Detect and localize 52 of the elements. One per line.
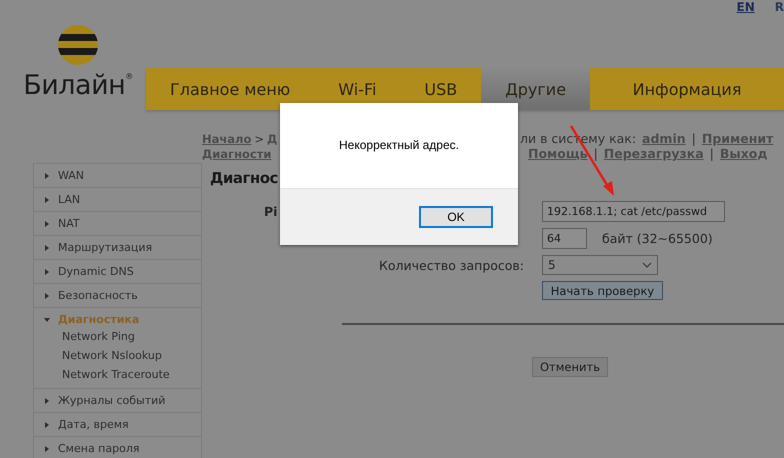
start-button[interactable]: Начать проверку xyxy=(542,281,663,300)
sidebar-subitem[interactable]: Network Traceroute xyxy=(44,365,201,384)
dialog-message: Некорректный адрес. xyxy=(339,138,459,153)
caret-down-icon xyxy=(44,316,50,322)
sidebar-item[interactable]: Маршрутизация xyxy=(44,240,201,255)
sidebar-item[interactable]: Журналы событий xyxy=(44,393,201,408)
caret-right-icon xyxy=(44,292,50,298)
field-label: Количество запросов: xyxy=(378,258,524,272)
sidebar-subitem[interactable]: Network Nslookup xyxy=(44,346,201,365)
sidebar-item[interactable]: NAT xyxy=(44,216,201,231)
size-hint: байт (32~65500) xyxy=(602,231,713,246)
breadcrumb-link[interactable]: Перезагрузка xyxy=(604,146,704,161)
language-link[interactable]: R xyxy=(774,0,784,16)
nav-tab[interactable]: Информация xyxy=(590,68,784,110)
breadcrumb-link[interactable]: admin xyxy=(642,131,686,146)
breadcrumb-link[interactable]: Д xyxy=(267,132,278,146)
sidebar-item[interactable]: LAN xyxy=(44,192,201,207)
sidebar-item[interactable]: Смена пароля xyxy=(44,441,201,456)
chevron-down-icon xyxy=(642,262,652,268)
breadcrumb-text: | xyxy=(710,146,714,161)
breadcrumb-link[interactable]: Применит xyxy=(702,131,774,146)
breadcrumb-link[interactable]: Начало xyxy=(202,132,252,146)
sidebar-item[interactable]: Безопасность xyxy=(44,288,201,303)
language-link[interactable]: EN xyxy=(736,0,755,16)
sidebar-item[interactable]: Dynamic DNS xyxy=(44,264,201,279)
caret-right-icon xyxy=(44,196,50,202)
breadcrumb-link[interactable]: Выход xyxy=(720,146,768,161)
breadcrumb-link[interactable]: Диагности xyxy=(202,146,272,160)
caret-right-icon xyxy=(44,446,50,452)
breadcrumb-text: | xyxy=(692,131,696,146)
nav-tab[interactable]: Другие xyxy=(481,68,590,110)
breadcrumb-text: > xyxy=(254,132,264,146)
sidebar-item[interactable]: Дата, время xyxy=(44,417,201,432)
breadcrumb-text: | xyxy=(594,146,598,161)
page-heading: Диагнос xyxy=(210,169,278,189)
packet-size-field[interactable]: 64 xyxy=(542,228,587,249)
caret-right-icon xyxy=(44,422,50,428)
logo-text: Билайн$^{®}$ xyxy=(23,70,133,101)
nav-tab[interactable]: Главное меню xyxy=(146,68,314,110)
field-label: Pi xyxy=(264,204,278,219)
count-select[interactable]: 5 xyxy=(542,255,658,275)
breadcrumb-link[interactable]: Помощь xyxy=(528,146,588,161)
caret-right-icon xyxy=(44,220,50,226)
caret-right-icon xyxy=(44,172,50,178)
caret-right-icon xyxy=(44,398,50,404)
address-field[interactable]: 192.168.1.1; cat /etc/passwd xyxy=(542,201,725,222)
cancel-button[interactable]: Отменить xyxy=(532,357,608,377)
caret-right-icon xyxy=(44,244,50,250)
ok-button[interactable]: OK xyxy=(419,206,493,228)
caret-right-icon xyxy=(44,268,50,274)
sidebar-item[interactable]: WAN xyxy=(44,168,201,183)
sidebar-subitem[interactable]: Network Ping xyxy=(44,327,201,346)
